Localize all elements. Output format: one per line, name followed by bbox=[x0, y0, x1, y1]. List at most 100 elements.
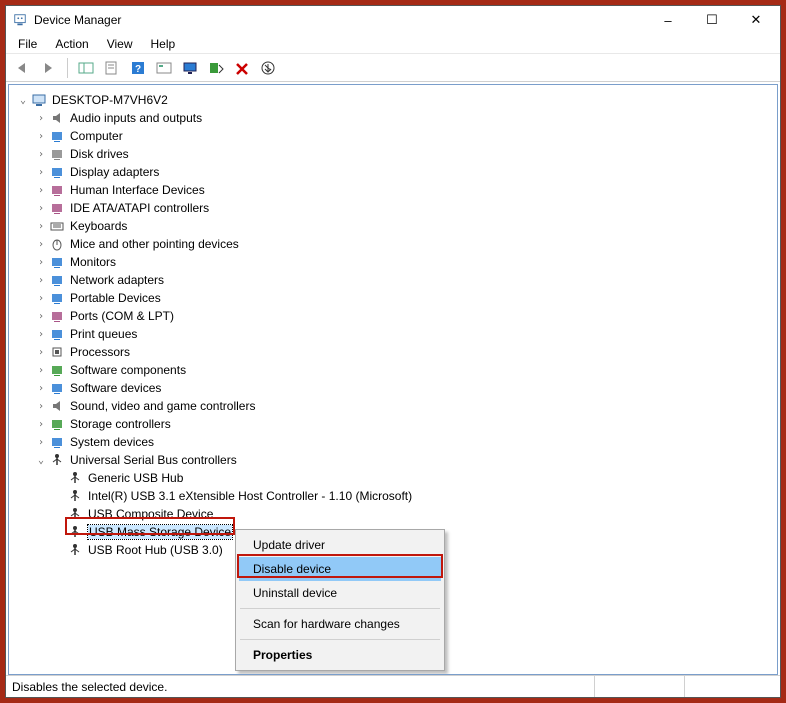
tree-root-label: DESKTOP-M7VH6V2 bbox=[52, 93, 168, 107]
tree-category-label: Processors bbox=[70, 345, 130, 359]
tree-category[interactable]: ›Keyboards bbox=[35, 217, 773, 235]
update-icon[interactable] bbox=[257, 57, 279, 79]
monitor-icon[interactable] bbox=[179, 57, 201, 79]
menu-view[interactable]: View bbox=[99, 36, 141, 52]
svg-text:?: ? bbox=[135, 64, 141, 75]
tree-category[interactable]: ›Audio inputs and outputs bbox=[35, 109, 773, 127]
tree-category[interactable]: ›Computer bbox=[35, 127, 773, 145]
tree-category-label: Software devices bbox=[70, 381, 161, 395]
cpu-icon bbox=[49, 344, 65, 360]
expand-icon[interactable]: › bbox=[35, 202, 47, 214]
cm-disable-device[interactable]: Disable device bbox=[239, 557, 441, 581]
menu-file[interactable]: File bbox=[10, 36, 45, 52]
tree-category-label: Disk drives bbox=[70, 147, 129, 161]
swdev-icon bbox=[49, 380, 65, 396]
maximize-button[interactable]: ☐ bbox=[690, 6, 734, 34]
expand-icon[interactable]: › bbox=[35, 112, 47, 124]
tree-category[interactable]: ›Storage controllers bbox=[35, 415, 773, 433]
console-tree-icon[interactable] bbox=[153, 57, 175, 79]
expand-icon[interactable]: › bbox=[35, 184, 47, 196]
tree-category-label: Human Interface Devices bbox=[70, 183, 205, 197]
cm-separator bbox=[240, 639, 440, 640]
tree-category[interactable]: › Human Interface Devices bbox=[35, 181, 773, 199]
expand-icon[interactable]: › bbox=[35, 220, 47, 232]
usb-icon bbox=[67, 506, 83, 522]
tree-category[interactable]: › Software components bbox=[35, 361, 773, 379]
cm-properties[interactable]: Properties bbox=[239, 643, 441, 667]
menu-help[interactable]: Help bbox=[143, 36, 184, 52]
help-icon[interactable]: ? bbox=[127, 57, 149, 79]
device-manager-window: Device Manager – ☐ ✕ File Action View He… bbox=[5, 5, 781, 698]
cm-update-driver[interactable]: Update driver bbox=[239, 533, 441, 557]
menu-action[interactable]: Action bbox=[47, 36, 96, 52]
expand-icon[interactable]: › bbox=[35, 256, 47, 268]
expand-icon[interactable]: › bbox=[35, 310, 47, 322]
tree-category-label: Print queues bbox=[70, 327, 137, 341]
expand-icon[interactable]: › bbox=[35, 400, 47, 412]
show-hide-tree-icon[interactable] bbox=[75, 57, 97, 79]
sound-icon bbox=[49, 398, 65, 414]
tree-device[interactable]: Generic USB Hub bbox=[53, 469, 773, 487]
tree-category-usb[interactable]: ⌄Universal Serial Bus controllers bbox=[35, 451, 773, 469]
tree-pane[interactable]: ⌄ DESKTOP-M7VH6V2 ›Audio inputs and outp… bbox=[8, 84, 778, 675]
mouse-icon bbox=[49, 236, 65, 252]
ports-icon bbox=[49, 308, 65, 324]
forward-icon[interactable] bbox=[38, 57, 60, 79]
system-icon bbox=[49, 434, 65, 450]
tree-category[interactable]: › System devices bbox=[35, 433, 773, 451]
collapse-icon[interactable]: ⌄ bbox=[17, 94, 29, 106]
expand-icon[interactable]: › bbox=[35, 130, 47, 142]
tree-category[interactable]: › Mice and other pointing devices bbox=[35, 235, 773, 253]
tree-device[interactable]: USB Composite Device bbox=[53, 505, 773, 523]
expand-icon[interactable]: › bbox=[35, 364, 47, 376]
scan-icon[interactable] bbox=[205, 57, 227, 79]
expand-icon[interactable]: › bbox=[35, 292, 47, 304]
tree-category[interactable]: ›Monitors bbox=[35, 253, 773, 271]
cm-scan-hardware[interactable]: Scan for hardware changes bbox=[239, 612, 441, 636]
tree-category-label: System devices bbox=[70, 435, 154, 449]
tree-category-label: Mice and other pointing devices bbox=[70, 237, 239, 251]
tree-category[interactable]: › Display adapters bbox=[35, 163, 773, 181]
expand-icon[interactable]: › bbox=[35, 382, 47, 394]
expand-icon[interactable]: › bbox=[35, 418, 47, 430]
tree-category[interactable]: ›Portable Devices bbox=[35, 289, 773, 307]
tree-category-label: Sound, video and game controllers bbox=[70, 399, 255, 413]
tree-device[interactable]: Intel(R) USB 3.1 eXtensible Host Control… bbox=[53, 487, 773, 505]
print-icon bbox=[49, 326, 65, 342]
expand-icon[interactable]: › bbox=[35, 436, 47, 448]
tree-category[interactable]: › Processors bbox=[35, 343, 773, 361]
tree-category[interactable]: › Ports (COM & LPT) bbox=[35, 307, 773, 325]
tree-category[interactable]: › Print queues bbox=[35, 325, 773, 343]
expand-icon[interactable]: › bbox=[35, 238, 47, 250]
back-icon[interactable] bbox=[12, 57, 34, 79]
titlebar: Device Manager – ☐ ✕ bbox=[6, 6, 780, 34]
tree-root[interactable]: ⌄ DESKTOP-M7VH6V2 bbox=[17, 91, 773, 109]
tree-category-label: Software components bbox=[70, 363, 186, 377]
window-title: Device Manager bbox=[34, 13, 646, 27]
collapse-icon[interactable]: ⌄ bbox=[35, 454, 47, 466]
tree-category[interactable]: › Sound, video and game controllers bbox=[35, 397, 773, 415]
tree-category-label: Ports (COM & LPT) bbox=[70, 309, 174, 323]
expand-icon[interactable]: › bbox=[35, 148, 47, 160]
portable-icon bbox=[49, 290, 65, 306]
tree-category[interactable]: › Software devices bbox=[35, 379, 773, 397]
close-button[interactable]: ✕ bbox=[734, 6, 778, 34]
tree-category[interactable]: ›IDE ATA/ATAPI controllers bbox=[35, 199, 773, 217]
tree-category[interactable]: ›Network adapters bbox=[35, 271, 773, 289]
computer-icon bbox=[49, 128, 65, 144]
expand-icon[interactable]: › bbox=[35, 328, 47, 340]
tree-category-label: Display adapters bbox=[70, 165, 159, 179]
cm-uninstall-device[interactable]: Uninstall device bbox=[239, 581, 441, 605]
context-menu: Update driver Disable device Uninstall d… bbox=[235, 529, 445, 671]
usb-icon bbox=[67, 488, 83, 504]
delete-icon[interactable] bbox=[231, 57, 253, 79]
expand-icon[interactable]: › bbox=[35, 274, 47, 286]
minimize-button[interactable]: – bbox=[646, 6, 690, 34]
usb-icon bbox=[49, 452, 65, 468]
display-icon bbox=[49, 164, 65, 180]
expand-icon[interactable]: › bbox=[35, 346, 47, 358]
tree-category[interactable]: › Disk drives bbox=[35, 145, 773, 163]
properties-icon[interactable] bbox=[101, 57, 123, 79]
computer-icon bbox=[31, 92, 47, 108]
expand-icon[interactable]: › bbox=[35, 166, 47, 178]
